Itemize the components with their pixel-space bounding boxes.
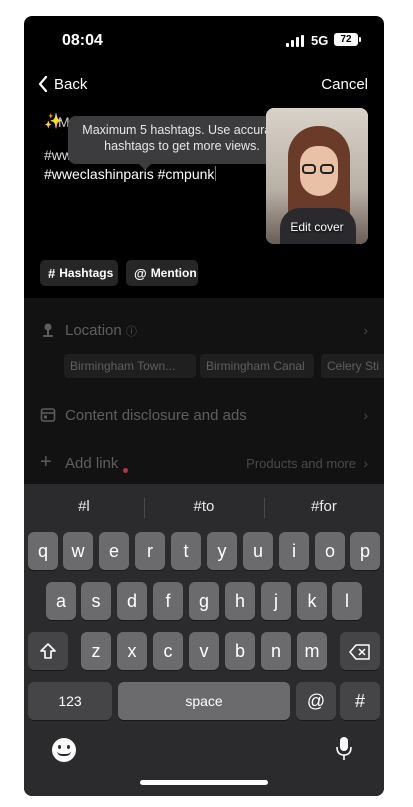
key-c[interactable]: c xyxy=(153,632,183,670)
add-link-label: Add link xyxy=(65,454,119,472)
battery-icon: 72 xyxy=(334,33,358,46)
add-link-row[interactable]: + Add link Products and more › xyxy=(24,448,384,478)
chevron-right-icon: › xyxy=(363,322,368,338)
suggestion-3[interactable]: #for xyxy=(264,492,384,522)
content-disclosure-row[interactable]: Content disclosure and ads › xyxy=(24,400,384,430)
keyboard: #l #to #for q w e r t y u i o p a s d f … xyxy=(24,484,384,796)
key-m[interactable]: m xyxy=(297,632,327,670)
key-s[interactable]: s xyxy=(81,582,111,620)
status-bar: 08:04 5G 72 xyxy=(24,16,384,66)
key-b[interactable]: b xyxy=(225,632,255,670)
back-button[interactable]: Back xyxy=(38,72,87,96)
key-d[interactable]: d xyxy=(117,582,147,620)
signal-icon xyxy=(286,35,306,47)
hashtags-button[interactable]: # Hashtags xyxy=(40,260,118,286)
key-a[interactable]: a xyxy=(46,582,76,620)
key-r[interactable]: r xyxy=(135,532,165,570)
location-tag-3[interactable]: Celery Sti xyxy=(321,354,384,378)
caption-line-2: #wweclashinparis #cmpunk xyxy=(44,166,215,182)
edit-cover-label[interactable]: Edit cover xyxy=(266,220,368,234)
numbers-key[interactable]: 123 xyxy=(28,682,112,720)
emoji-icon[interactable] xyxy=(52,738,76,762)
key-v[interactable]: v xyxy=(189,632,219,670)
key-q[interactable]: q xyxy=(28,532,58,570)
key-u[interactable]: u xyxy=(243,532,273,570)
key-g[interactable]: g xyxy=(189,582,219,620)
key-k[interactable]: k xyxy=(297,582,327,620)
status-time: 08:04 xyxy=(62,32,103,49)
key-h[interactable]: h xyxy=(225,582,255,620)
key-j[interactable]: j xyxy=(261,582,291,620)
shift-key[interactable] xyxy=(28,632,68,670)
mention-button[interactable]: @ Mention xyxy=(126,260,198,286)
cancel-button[interactable]: Cancel xyxy=(321,76,368,93)
disclosure-icon xyxy=(40,408,56,422)
at-icon: @ xyxy=(134,265,147,281)
location-tag-1[interactable]: Birmingham Town... xyxy=(64,354,196,378)
location-pin-icon xyxy=(43,323,53,337)
home-indicator xyxy=(140,780,268,785)
delete-key[interactable] xyxy=(340,632,380,670)
suggestion-1[interactable]: #l xyxy=(24,492,144,522)
key-l[interactable]: l xyxy=(332,582,362,620)
content-disclosure-label: Content disclosure and ads xyxy=(65,406,247,424)
chevron-right-icon: › xyxy=(363,407,368,423)
key-i[interactable]: i xyxy=(279,532,309,570)
hash-key[interactable]: # xyxy=(340,682,380,720)
hashtags-label: Hashtags xyxy=(59,266,114,280)
key-x[interactable]: x xyxy=(117,632,147,670)
key-n[interactable]: n xyxy=(261,632,291,670)
phone-screen: 08:04 5G 72 Back Cancel ✨ M #ww #wweclas… xyxy=(24,16,384,796)
key-o[interactable]: o xyxy=(315,532,345,570)
key-z[interactable]: z xyxy=(81,632,111,670)
key-f[interactable]: f xyxy=(153,582,183,620)
network-type: 5G xyxy=(311,33,329,48)
backspace-icon xyxy=(349,644,370,660)
key-y[interactable]: y xyxy=(207,532,237,570)
at-key[interactable]: @ xyxy=(296,682,336,720)
plus-icon: + xyxy=(40,451,52,473)
location-label: Location ⓘ xyxy=(65,321,137,339)
chevron-right-icon: › xyxy=(363,455,368,471)
hashtag-icon: # xyxy=(48,265,56,281)
microphone-icon[interactable] xyxy=(336,736,352,762)
key-p[interactable]: p xyxy=(350,532,380,570)
mention-label: Mention xyxy=(150,266,197,280)
location-tag-2[interactable]: Birmingham Canal xyxy=(200,354,314,378)
shift-icon xyxy=(40,643,56,659)
space-key[interactable]: space xyxy=(118,682,290,720)
back-label: Back xyxy=(54,75,88,93)
suggestion-2[interactable]: #to xyxy=(144,492,264,522)
key-w[interactable]: w xyxy=(63,532,93,570)
hashtag-limit-tooltip: Maximum 5 hashtags. Use accurate hashtag… xyxy=(68,116,296,170)
info-icon: ⓘ xyxy=(125,325,137,338)
key-e[interactable]: e xyxy=(99,532,129,570)
location-row[interactable]: Location ⓘ › xyxy=(24,315,384,345)
notification-dot xyxy=(123,468,128,473)
top-nav: Back Cancel xyxy=(24,70,384,100)
cover-thumbnail[interactable]: Edit cover xyxy=(266,108,368,244)
key-t[interactable]: t xyxy=(171,532,201,570)
chevron-left-icon xyxy=(38,76,48,92)
text-cursor xyxy=(215,166,217,181)
add-link-hint: Products and more xyxy=(246,455,356,471)
battery-tip xyxy=(359,37,361,42)
